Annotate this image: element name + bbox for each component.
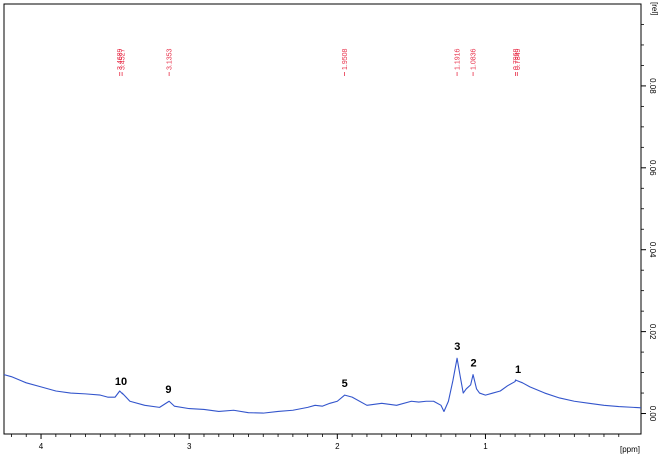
peak-shift-label: 3.4527: [120, 48, 127, 70]
peak-number: 10: [115, 376, 127, 388]
y-tick-label: 0.06: [648, 160, 657, 176]
peak-number: 5: [342, 378, 348, 390]
peak-shift-label: 1.1916: [455, 48, 462, 70]
x-tick-label: 3: [187, 442, 192, 451]
peak-shift-label: 1.9508: [342, 48, 349, 70]
y-tick-label: 0.04: [648, 242, 657, 258]
peak-number: 3: [454, 341, 460, 353]
peak-shift-label: 3.1353: [167, 48, 174, 70]
peak-shift-label: 0.7849: [515, 48, 522, 70]
peak-shift-label: 1.0836: [471, 48, 478, 70]
peak-number: 9: [165, 384, 171, 396]
peak-number: 1: [515, 364, 521, 376]
y-axis-label: [rel]: [650, 2, 659, 15]
x-tick-label: 4: [39, 442, 44, 451]
x-tick-label: 1: [483, 442, 488, 451]
y-tick-label: 0.08: [648, 78, 657, 94]
x-axis-label: [ppm]: [620, 445, 640, 454]
nmr-spectrum-chart: 4321 0.000.020.040.060.08 [ppm] [rel] 3.…: [0, 0, 661, 456]
chart-background: [0, 0, 661, 456]
y-tick-label: 0.02: [648, 324, 657, 340]
x-tick-label: 2: [335, 442, 340, 451]
peak-number: 2: [471, 358, 477, 370]
y-tick-label: 0.00: [648, 406, 657, 422]
